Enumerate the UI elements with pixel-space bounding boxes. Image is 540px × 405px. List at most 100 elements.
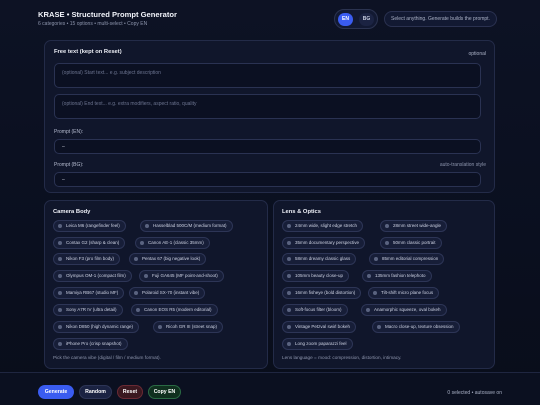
language-toggle: EN BG: [334, 9, 378, 29]
chip-label: Ricoh GR III (street snap): [166, 324, 218, 329]
lens-optics-title: Lens & Optics: [282, 209, 321, 215]
chip-label: 28mm street wide-angle: [393, 223, 442, 228]
free-text-title: Free text (kept on Reset): [54, 49, 122, 55]
lang-bg-button[interactable]: BG: [359, 13, 374, 26]
lang-en-button[interactable]: EN: [338, 13, 353, 26]
start-text-input[interactable]: (optional) Start text... e.g. subject de…: [54, 63, 481, 88]
app-header: KRASE • Structured Prompt Generator 6 ca…: [0, 0, 540, 34]
chip-label: 35mm documentary perspective: [295, 240, 360, 245]
camera-option-chip[interactable]: iPhone Pro (crisp snapshot): [53, 338, 128, 350]
lens-option-chip[interactable]: 16mm fisheye (bold distortion): [282, 287, 362, 299]
chip-label: Nikon F3 (pro film body): [66, 256, 115, 261]
hint-pill: Select anything. Generate builds the pro…: [384, 11, 497, 27]
chip-dot: [366, 308, 370, 312]
app-subtitle: 6 categories • 15 options • multi-select…: [38, 21, 148, 27]
chip-dot: [58, 274, 62, 278]
chip-label: Anamorphic squeeze, oval bokeh: [374, 307, 441, 312]
chip-dot: [58, 241, 62, 245]
lens-option-chip[interactable]: 135mm fashion telephoto: [362, 270, 432, 282]
chip-dot: [367, 274, 371, 278]
chip-dot: [287, 224, 291, 228]
camera-option-chip[interactable]: Polaroid SX-70 (instant vibe): [129, 287, 206, 299]
prompt-bg-label: Prompt (BG):: [54, 162, 84, 168]
chip-label: 24mm wide, slight edge stretch: [295, 223, 358, 228]
chip-dot: [377, 325, 381, 329]
lens-option-chip[interactable]: Vintage Petzval swirl bokeh: [282, 321, 356, 333]
chip-label: Long zoom paparazzi feel: [295, 341, 347, 346]
prompt-en-field[interactable]: –: [54, 139, 481, 154]
chip-dot: [287, 291, 291, 295]
lens-option-chip[interactable]: 50mm classic portrait: [380, 237, 442, 249]
camera-body-card: Camera Body Leica M6 (rangefinder feel) …: [44, 200, 268, 369]
chip-label: Canon EOS R5 (modern editorial): [144, 307, 212, 312]
lens-option-chip[interactable]: Tilt-shift micro plane focus: [368, 287, 440, 299]
chip-dot: [374, 257, 378, 261]
prompt-bg-field[interactable]: –: [54, 172, 481, 187]
camera-option-chip[interactable]: Ricoh GR III (street snap): [153, 321, 224, 333]
generate-button[interactable]: Generate: [38, 385, 74, 399]
camera-option-chip[interactable]: Nikon F3 (pro film body): [53, 253, 121, 265]
camera-option-chip[interactable]: Olympus OM-1 (compact film): [53, 270, 132, 282]
lens-option-chip[interactable]: 85mm editorial compression: [369, 253, 445, 265]
chip-label: iPhone Pro (crisp snapshot): [66, 341, 122, 346]
chip-label: 135mm fashion telephoto: [375, 273, 426, 278]
lens-option-chip[interactable]: Macro close-up, texture obsession: [372, 321, 460, 333]
lens-optics-card: Lens & Optics 24mm wide, slight edge str…: [273, 200, 495, 369]
chip-label: Hasselblad 500C/M (medium format): [153, 223, 227, 228]
chip-label: Polaroid SX-70 (instant vibe): [142, 290, 200, 295]
chip-dot: [287, 342, 291, 346]
camera-option-chip[interactable]: Mamiya RB67 (studio MF): [53, 287, 125, 299]
camera-option-chip[interactable]: Contax G2 (sharp & clean): [53, 237, 126, 249]
chip-dot: [134, 257, 138, 261]
action-bar: Generate Random Reset Copy EN 0 selected…: [0, 372, 540, 405]
random-button[interactable]: Random: [79, 385, 112, 399]
chip-dot: [58, 342, 62, 346]
chip-label: 16mm fisheye (bold distortion): [295, 290, 356, 295]
chip-label: Canon AE-1 (classic 35mm): [148, 240, 204, 245]
chip-dot: [385, 224, 389, 228]
lens-option-chip[interactable]: 58mm dreamy classic glass: [282, 253, 357, 265]
copy-en-button[interactable]: Copy EN: [148, 385, 181, 399]
camera-option-chip[interactable]: Sony A7R IV (ultra detail): [53, 304, 123, 316]
lens-option-chip[interactable]: Long zoom paparazzi feel: [282, 338, 353, 350]
chip-label: 50mm classic portrait: [393, 240, 436, 245]
chip-label: Fuji GA645 (MF point-and-shoot): [152, 273, 218, 278]
camera-option-chip[interactable]: Canon AE-1 (classic 35mm): [135, 237, 210, 249]
chip-label: 58mm dreamy classic glass: [295, 256, 351, 261]
lens-option-chip[interactable]: 35mm documentary perspective: [282, 237, 366, 249]
end-text-input[interactable]: (optional) End text... e.g. extra modifi…: [54, 94, 481, 119]
camera-option-chip[interactable]: Fuji GA645 (MF point-and-shoot): [139, 270, 224, 282]
chip-dot: [58, 325, 62, 329]
lens-option-chip[interactable]: 24mm wide, slight edge stretch: [282, 220, 364, 232]
lens-note: Lens language = mood: compression, disto…: [282, 355, 402, 360]
chip-dot: [385, 241, 389, 245]
chip-label: 105mm beauty close-up: [295, 273, 344, 278]
chip-dot: [58, 224, 62, 228]
chip-dot: [158, 325, 162, 329]
chip-label: Nikon D850 (high dynamic range): [66, 324, 134, 329]
chip-label: 85mm editorial compression: [382, 256, 439, 261]
chip-label: Macro close-up, texture obsession: [385, 324, 454, 329]
lens-option-chip[interactable]: Anamorphic squeeze, oval bokeh: [361, 304, 447, 316]
camera-body-title: Camera Body: [53, 209, 91, 215]
chip-dot: [287, 308, 291, 312]
camera-note: Pick the camera vibe (digital / film / m…: [53, 355, 161, 360]
free-text-card: Free text (kept on Reset) optional (opti…: [44, 40, 495, 193]
chip-dot: [287, 274, 291, 278]
lens-option-chip[interactable]: 28mm street wide-angle: [380, 220, 448, 232]
camera-option-chip[interactable]: Pentax 67 (big negative look): [129, 253, 207, 265]
auto-translation-note: auto-translation style: [439, 162, 486, 168]
camera-option-chip[interactable]: Nikon D850 (high dynamic range): [53, 321, 140, 333]
camera-option-chip[interactable]: Leica M6 (rangefinder feel): [53, 220, 126, 232]
chip-label: Contax G2 (sharp & clean): [66, 240, 120, 245]
camera-option-chip[interactable]: Canon EOS R5 (modern editorial): [131, 304, 218, 316]
lens-option-chip[interactable]: Soft-focus filter (bloom): [282, 304, 348, 316]
selection-status: 0 selected • autosave on: [447, 390, 502, 396]
camera-option-chip[interactable]: Hasselblad 500C/M (medium format): [140, 220, 233, 232]
chip-label: Mamiya RB67 (studio MF): [66, 290, 119, 295]
prompt-en-label: Prompt (EN):: [54, 129, 84, 135]
lens-option-chip[interactable]: 105mm beauty close-up: [282, 270, 350, 282]
reset-button[interactable]: Reset: [117, 385, 143, 399]
chip-label: Vintage Petzval swirl bokeh: [295, 324, 350, 329]
chip-dot: [287, 241, 291, 245]
